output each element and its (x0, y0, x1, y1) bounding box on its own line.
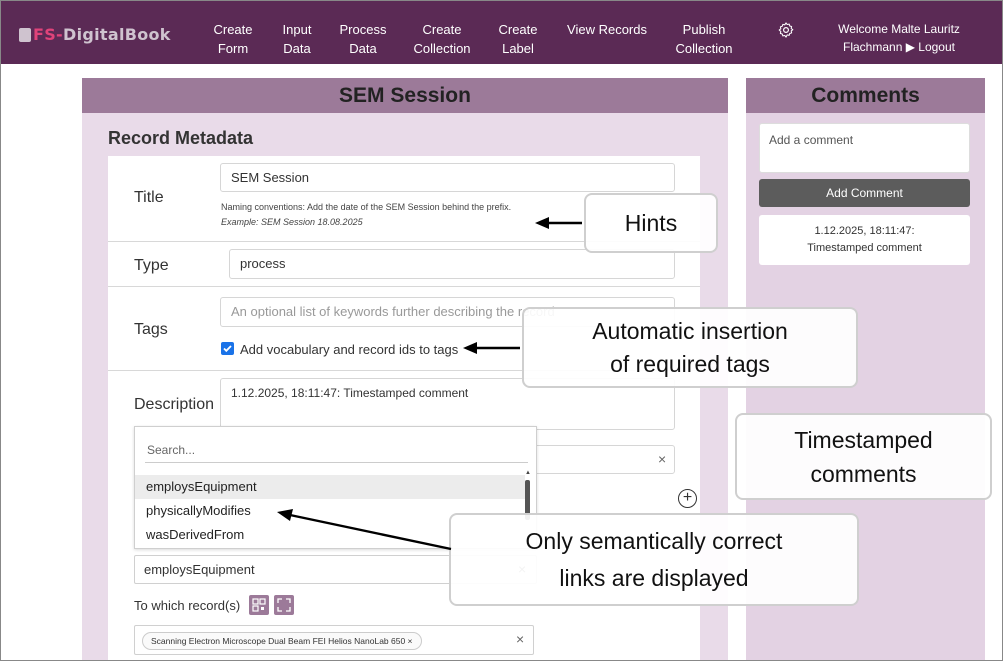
comments-title: Comments (746, 78, 985, 113)
type-input[interactable]: process (229, 249, 675, 279)
callout-text: links are displayed (559, 565, 749, 591)
nav-create-label[interactable]: Create Label (497, 20, 539, 58)
nav-label: Create (498, 22, 538, 37)
add-tags-label: Add vocabulary and record ids to tags (240, 342, 459, 357)
nav-create-collection[interactable]: Create Collection (411, 20, 473, 58)
checkmark-icon (223, 345, 232, 353)
qr-code-icon (252, 598, 266, 612)
dropdown-search-input[interactable]: Search... (145, 437, 528, 463)
section-title: Record Metadata (108, 128, 254, 148)
nav-label: Create (422, 22, 462, 37)
page-title: SEM Session (82, 78, 728, 113)
add-comment-button[interactable]: Add Comment (759, 179, 970, 207)
nav-label: Data (283, 41, 311, 56)
title-hint: Naming conventions: Add the date of the … (221, 202, 512, 212)
callout-text: Only semantically correct (525, 528, 783, 554)
clear-icon[interactable]: × (658, 451, 666, 467)
comments-callout: Timestamped comments (735, 413, 992, 500)
hints-callout: Hints (584, 193, 718, 253)
qr-scan-button[interactable] (249, 595, 269, 615)
tags-callout: Automatic insertion of required tags (522, 307, 858, 388)
nav-label: Input (282, 22, 312, 37)
record-chip[interactable]: Scanning Electron Microscope Dual Beam F… (142, 632, 422, 650)
comment-input[interactable]: Add a comment (759, 123, 970, 173)
nav-label: Collection (675, 41, 733, 56)
add-tags-checkbox[interactable] (221, 342, 234, 355)
nav-label: Create (213, 22, 253, 37)
expand-button[interactable] (274, 595, 294, 615)
nav-label: Publish (682, 22, 726, 37)
dropdown-option[interactable]: employsEquipment (135, 475, 525, 499)
nav-label: Process (339, 22, 387, 37)
comment-text: Timestamped comment (807, 242, 922, 254)
navbar: FS-DigitalBook Create Form Input Data Pr… (1, 1, 1002, 64)
expand-icon (277, 598, 291, 612)
add-link-icon[interactable]: + (678, 489, 697, 508)
title-label: Title (134, 189, 164, 206)
nav-label: Collection (413, 41, 471, 56)
scroll-up-icon[interactable]: ▲ (525, 470, 531, 476)
tags-label: Tags (134, 321, 168, 338)
nav-label: Form (217, 41, 249, 56)
callout-text: Automatic insertion (592, 318, 788, 344)
nav-input-data[interactable]: Input Data (279, 20, 315, 58)
callout-text: Timestamped (794, 427, 933, 453)
comment-entry: 1.12.2025, 18:11:47: Timestamped comment (759, 215, 970, 265)
linked-records-field[interactable]: Scanning Electron Microscope Dual Beam F… (134, 625, 534, 655)
title-example: Example: SEM Session 18.08.2025 (221, 217, 363, 227)
type-label: Type (134, 257, 169, 274)
nav-label: View Records (567, 22, 647, 37)
which-records-label: To which record(s) (134, 598, 241, 613)
nav-create-form[interactable]: Create Form (213, 20, 253, 58)
app-window: FS-DigitalBook Create Form Input Data Pr… (0, 0, 1003, 661)
nav-label: Label (502, 41, 534, 56)
welcome-text: Welcome Malte Lauritz (838, 22, 960, 36)
nav-publish-collection[interactable]: Publish Collection (673, 20, 735, 58)
divider (108, 286, 700, 287)
logo-text: DigitalBook (63, 25, 171, 44)
clear-icon[interactable]: × (516, 631, 524, 647)
logo-prefix: FS- (33, 25, 63, 44)
nav-process-data[interactable]: Process Data (339, 20, 387, 58)
nav-view-records[interactable]: View Records (567, 20, 647, 39)
nav-label: Data (349, 41, 377, 56)
welcome-user[interactable]: Welcome Malte Lauritz Flachmann ▶ Logout (819, 20, 979, 56)
logout-link[interactable]: Flachmann ▶ Logout (819, 38, 979, 56)
comment-timestamp: 1.12.2025, 18:11:47: (814, 225, 915, 237)
callout-text: comments (810, 461, 917, 487)
settings-gear-icon[interactable] (777, 21, 795, 39)
app-logo[interactable]: FS-DigitalBook (19, 25, 171, 44)
title-input[interactable]: SEM Session (220, 163, 675, 192)
callout-text: of required tags (610, 351, 770, 377)
logo-icon (19, 28, 31, 42)
description-label: Description (134, 396, 215, 413)
links-callout: Only semantically correct links are disp… (449, 513, 859, 606)
